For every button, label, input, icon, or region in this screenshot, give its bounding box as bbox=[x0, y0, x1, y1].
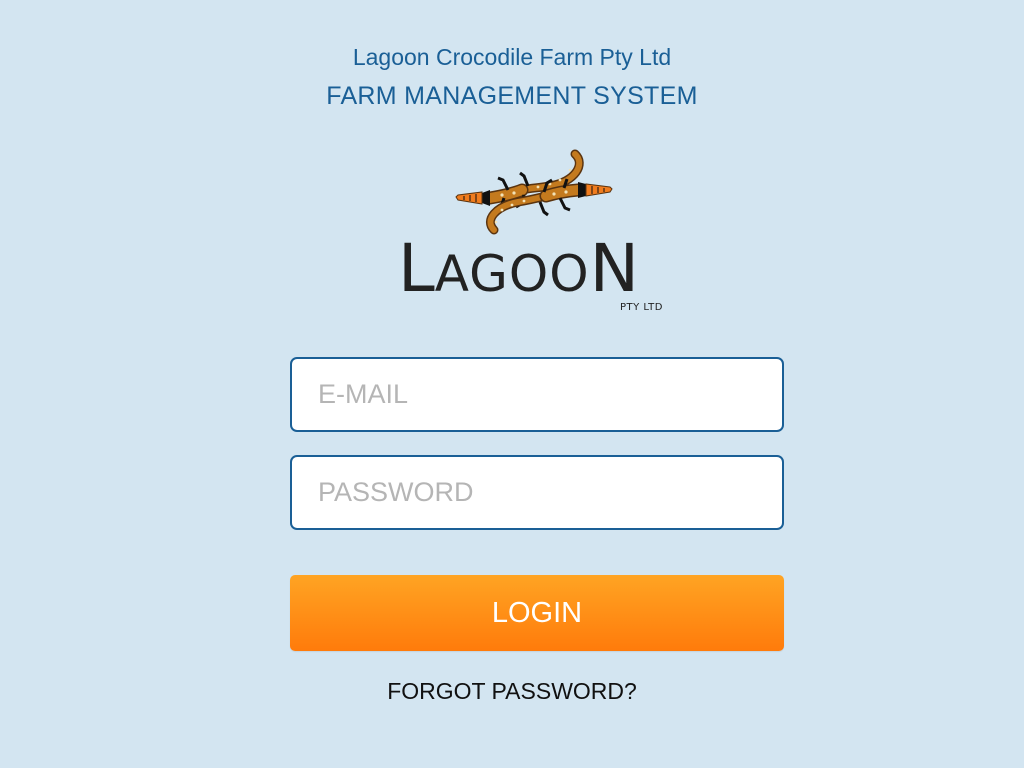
logo-letter-first: L bbox=[398, 230, 435, 307]
logo-letter-last: N bbox=[589, 230, 639, 307]
email-field[interactable] bbox=[290, 357, 784, 432]
logo-wordmark: LAGOON bbox=[398, 236, 678, 302]
password-field[interactable] bbox=[290, 455, 784, 530]
forgot-password-link[interactable]: FORGOT PASSWORD? bbox=[0, 676, 1024, 706]
system-title: FARM MANAGEMENT SYSTEM bbox=[326, 82, 698, 110]
logo-subtext: PTY LTD bbox=[620, 302, 663, 313]
lagoon-logo: LAGOON PTY LTD bbox=[390, 140, 680, 320]
logo-letters-middle: AGOO bbox=[434, 245, 590, 303]
company-name: Lagoon Crocodile Farm Pty Ltd bbox=[352, 44, 672, 70]
login-button[interactable]: LOGIN bbox=[290, 575, 784, 651]
